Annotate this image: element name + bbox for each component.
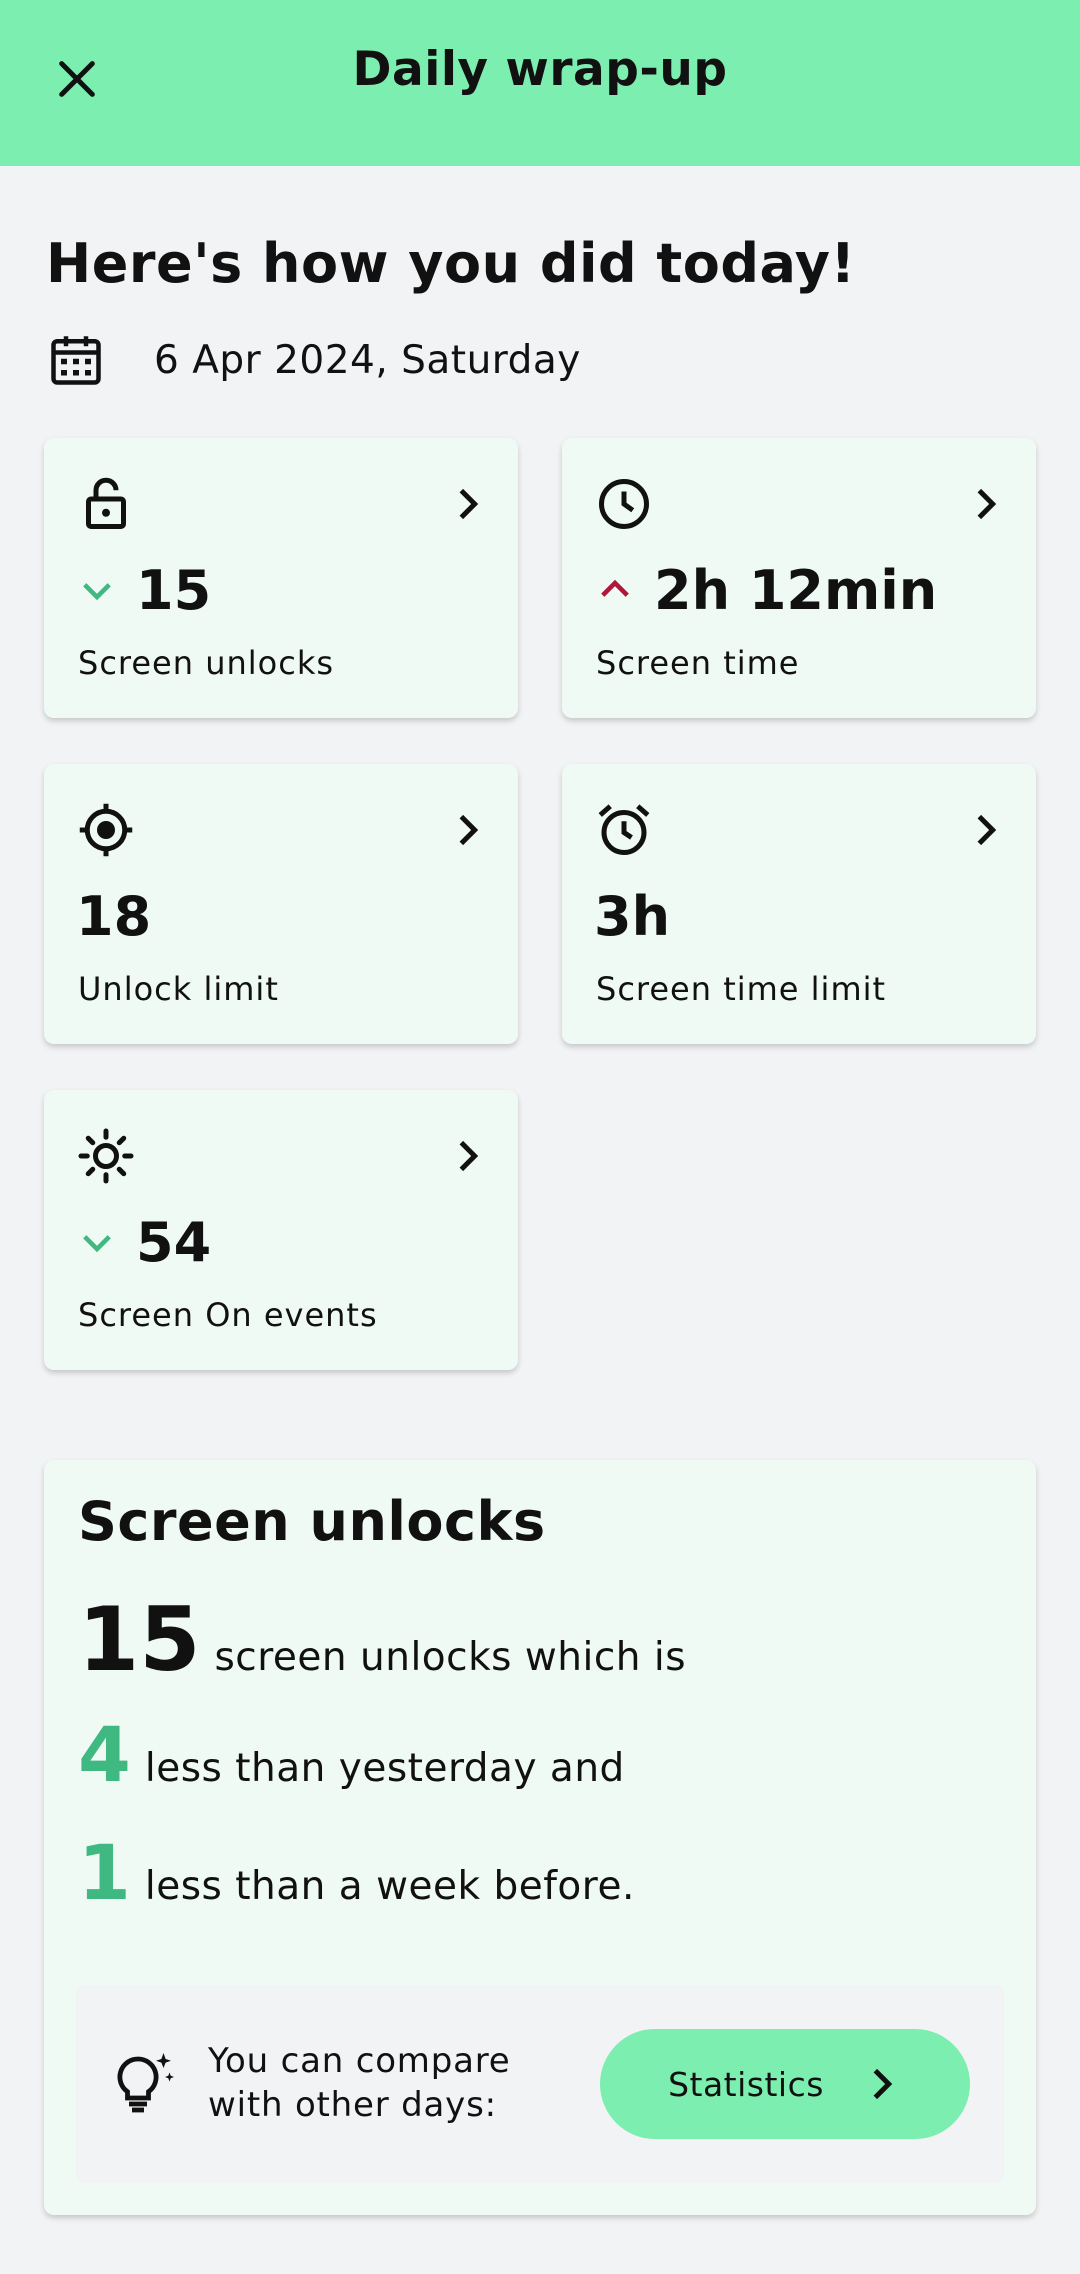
trend-down-icon bbox=[83, 1235, 111, 1253]
card-screen-unlocks[interactable]: 15 Screen unlocks bbox=[44, 438, 518, 718]
card-label: Screen On events bbox=[78, 1296, 378, 1334]
card-screen-time[interactable]: 2h 12min Screen time bbox=[562, 438, 1036, 718]
card-unlock-limit[interactable]: 18 Unlock limit bbox=[44, 764, 518, 1044]
headline: Here's how you did today! bbox=[46, 232, 856, 295]
summary-diff-week-text: less than a week before. bbox=[144, 1864, 635, 1909]
card-label: Screen time bbox=[596, 644, 800, 682]
lightbulb-sparkle-icon bbox=[117, 2053, 174, 2113]
summary-total: 15 bbox=[78, 1588, 201, 1691]
summary-card: Screen unlocks 15 screen unlocks which i… bbox=[44, 1460, 1036, 2215]
compare-tip-line: with other days: bbox=[208, 2085, 497, 2125]
chevron-right-icon bbox=[459, 814, 479, 846]
card-value: 15 bbox=[136, 558, 212, 622]
page-title: Daily wrap-up bbox=[352, 42, 728, 97]
card-value: 2h 12min bbox=[654, 558, 938, 622]
compare-tip-line: You can compare bbox=[208, 2041, 511, 2081]
card-value: 54 bbox=[136, 1210, 212, 1274]
summary-total-text: screen unlocks which is bbox=[214, 1635, 687, 1680]
chevron-right-icon bbox=[977, 814, 997, 846]
statistics-button[interactable]: Statistics bbox=[600, 2029, 970, 2139]
summary-week-line: 1 less than a week before. bbox=[78, 1828, 635, 1917]
trend-up-icon bbox=[601, 579, 629, 597]
sun-icon bbox=[78, 1128, 134, 1184]
summary-yesterday-line: 4 less than yesterday and bbox=[78, 1710, 625, 1799]
summary-diff-week: 1 bbox=[78, 1828, 131, 1917]
lock-open-icon bbox=[86, 477, 126, 529]
card-value: 18 bbox=[76, 884, 152, 948]
clock-icon bbox=[599, 479, 649, 529]
card-value: 3h bbox=[594, 884, 671, 948]
card-screen-time-limit[interactable]: 3h Screen time limit bbox=[562, 764, 1036, 1044]
target-icon bbox=[79, 803, 133, 857]
card-label: Screen unlocks bbox=[78, 644, 335, 682]
trend-down-icon bbox=[83, 583, 111, 601]
calendar-icon bbox=[51, 336, 101, 385]
card-screen-on-events[interactable]: 54 Screen On events bbox=[44, 1090, 518, 1370]
compare-tip-text: You can compare with other days: bbox=[208, 2039, 510, 2127]
summary-total-line: 15 screen unlocks which is bbox=[78, 1588, 686, 1691]
chevron-right-icon bbox=[459, 1140, 479, 1172]
summary-diff-yesterday: 4 bbox=[78, 1710, 131, 1799]
date-row: 6 Apr 2024, Saturday bbox=[46, 330, 581, 390]
summary-diff-yesterday-text: less than yesterday and bbox=[144, 1746, 625, 1791]
card-label: Screen time limit bbox=[596, 970, 887, 1008]
chevron-right-icon bbox=[459, 488, 479, 520]
top-app-bar: Daily wrap-up bbox=[0, 0, 1080, 166]
alarm-icon bbox=[598, 804, 650, 855]
chevron-right-icon bbox=[873, 2068, 893, 2100]
compare-tip: You can compare with other days: Statist… bbox=[76, 1985, 1004, 2183]
card-label: Unlock limit bbox=[78, 970, 279, 1008]
date-label: 6 Apr 2024, Saturday bbox=[154, 337, 581, 383]
statistics-button-label: Statistics bbox=[668, 2064, 824, 2104]
summary-title: Screen unlocks bbox=[78, 1490, 546, 1553]
chevron-right-icon bbox=[977, 488, 997, 520]
